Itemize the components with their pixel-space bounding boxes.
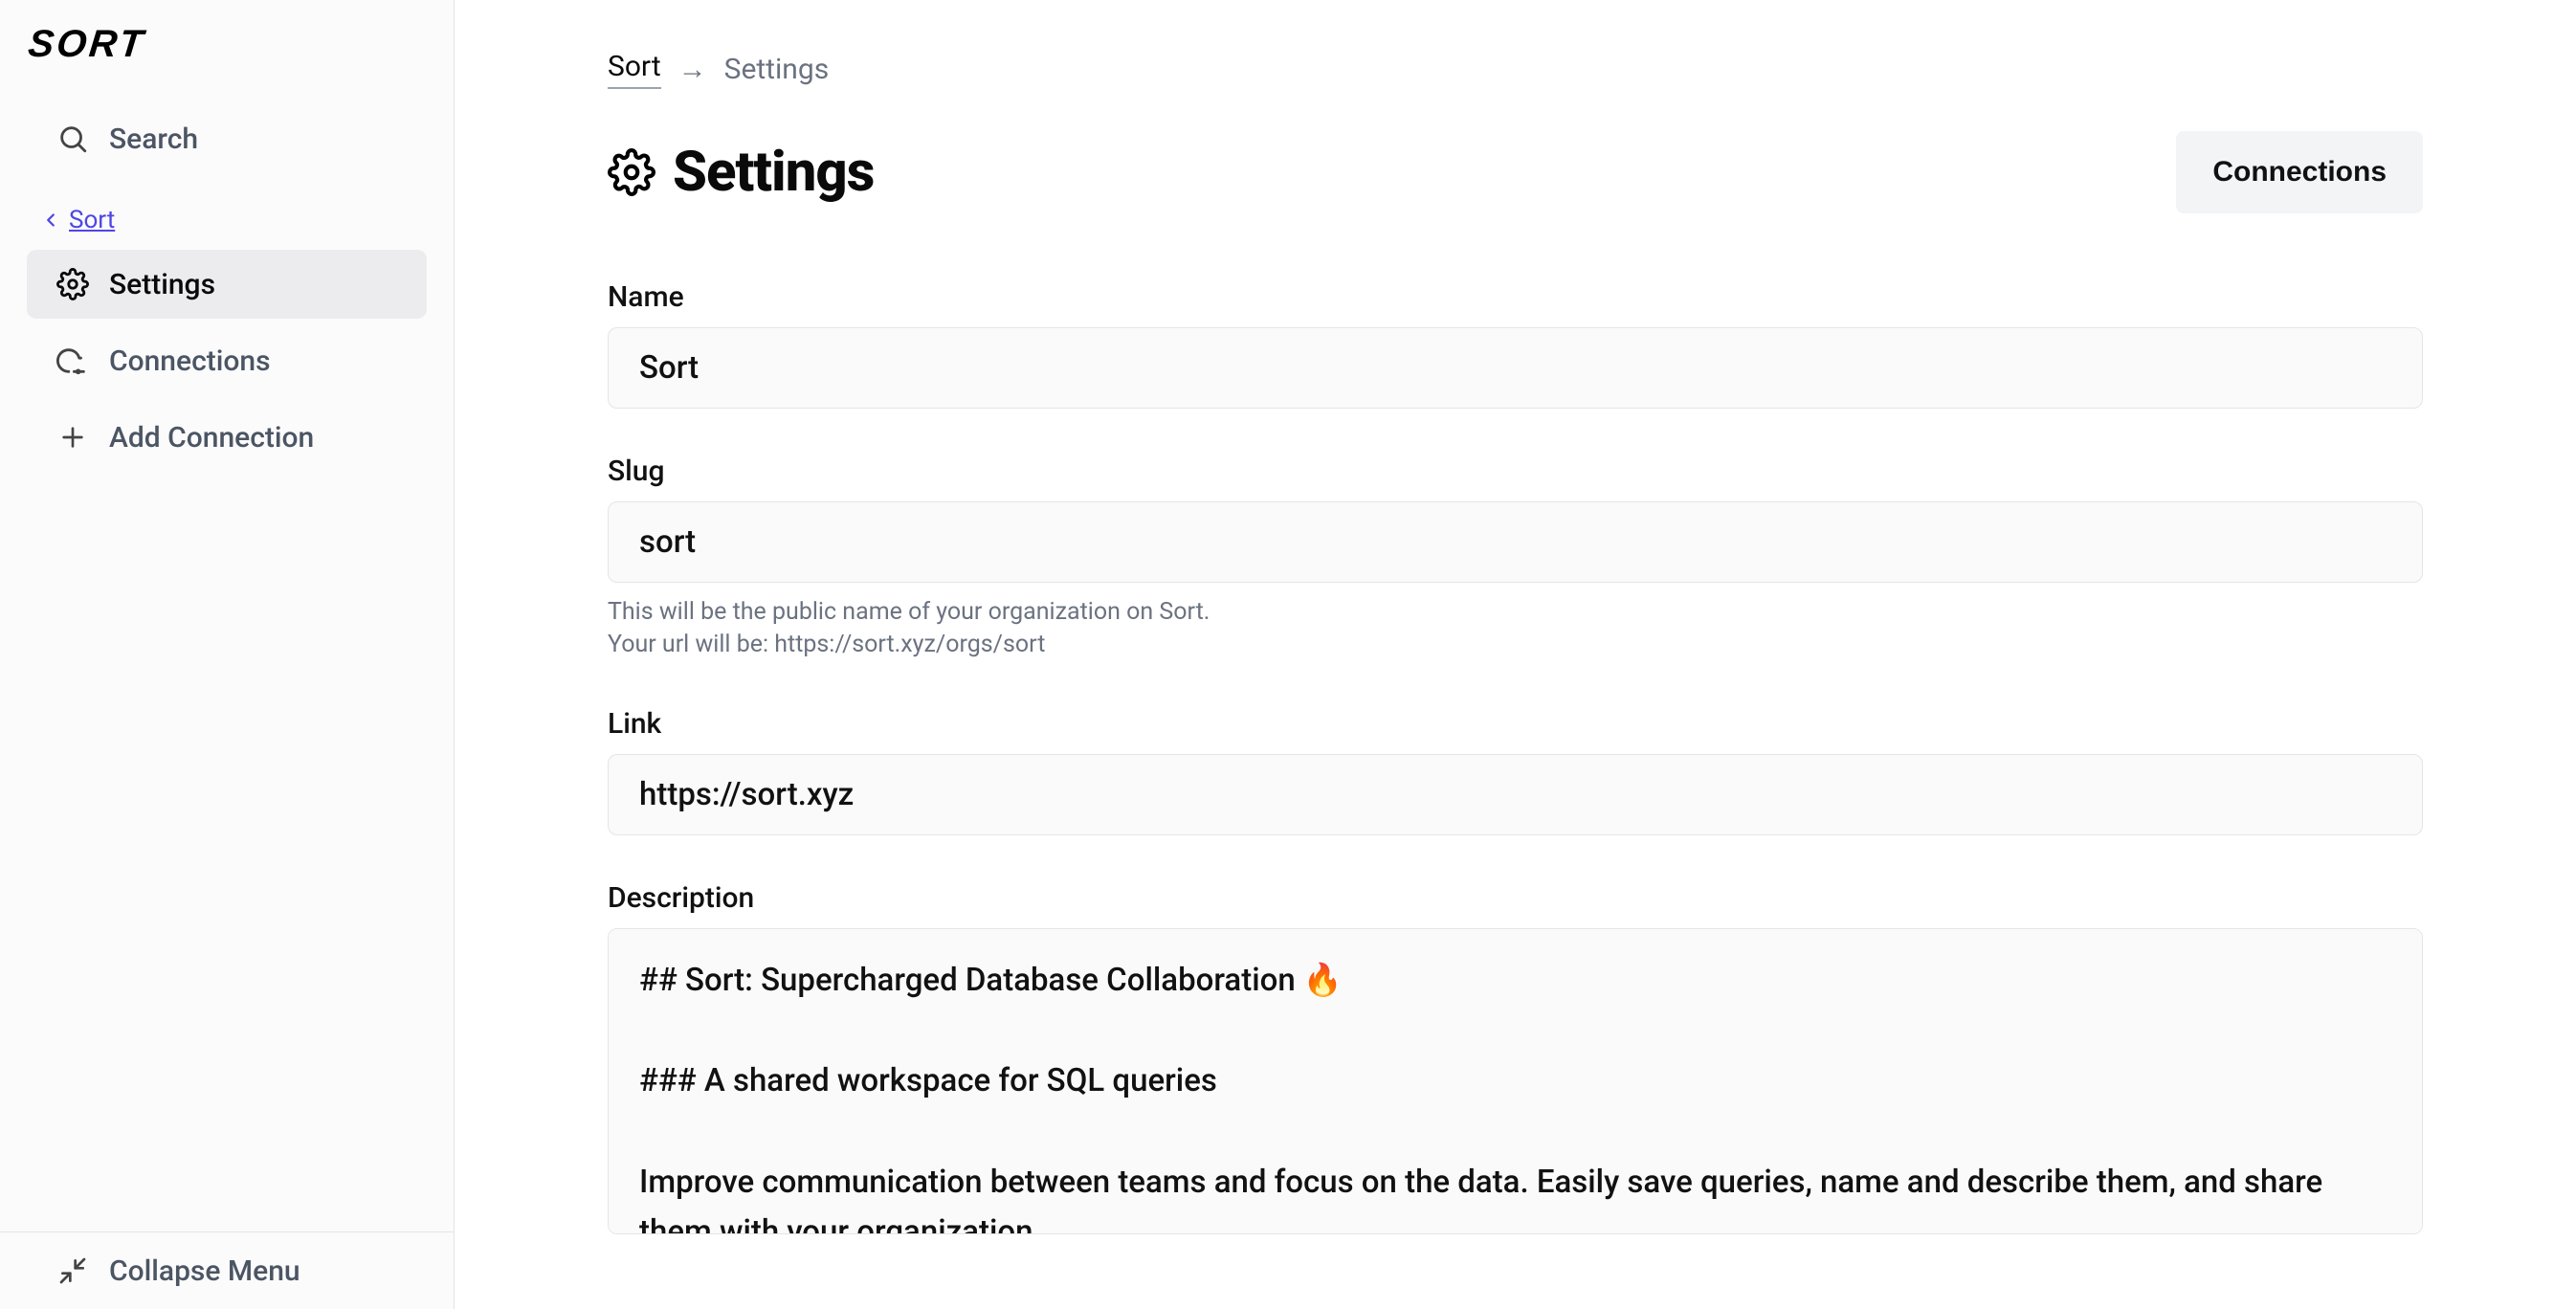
slug-label: Slug <box>608 455 2423 488</box>
breadcrumb: Sort → Settings <box>608 50 2423 89</box>
search-icon <box>56 122 90 156</box>
main-content: Sort → Settings Settings Connections Nam… <box>455 0 2576 1276</box>
name-input[interactable] <box>608 327 2423 409</box>
cloud-icon <box>56 344 90 378</box>
field-description: Description <box>608 881 2423 1238</box>
sidebar-add-connection-label: Add Connection <box>109 421 314 455</box>
collapse-menu[interactable]: Collapse Menu <box>27 1236 427 1305</box>
sidebar-back[interactable]: Sort <box>0 202 454 244</box>
sidebar-item-connections[interactable]: Connections <box>27 326 427 395</box>
breadcrumb-root[interactable]: Sort <box>608 50 661 89</box>
gear-icon <box>608 148 655 196</box>
slug-input[interactable] <box>608 501 2423 583</box>
page-title: Settings <box>673 140 874 205</box>
sidebar: SORT Search Sort Settings Connections Ad… <box>0 0 455 1309</box>
field-name: Name <box>608 280 2423 409</box>
link-input[interactable] <box>608 754 2423 835</box>
slug-hint-line2: Your url will be: https://sort.xyz/orgs/… <box>608 629 2423 661</box>
app-logo: SORT <box>0 23 457 95</box>
sidebar-item-settings[interactable]: Settings <box>27 250 427 319</box>
breadcrumb-current: Settings <box>724 53 830 86</box>
collapse-icon <box>56 1254 90 1288</box>
description-input[interactable] <box>608 928 2423 1234</box>
page-header: Settings Connections <box>608 131 2423 213</box>
arrow-right-icon: → <box>678 53 707 86</box>
collapse-menu-label: Collapse Menu <box>109 1254 300 1288</box>
connections-button[interactable]: Connections <box>2176 131 2423 213</box>
chevron-left-icon <box>40 210 61 231</box>
field-link: Link <box>608 707 2423 835</box>
slug-hint-line1: This will be the public name of your org… <box>608 596 2423 629</box>
search-nav[interactable]: Search <box>27 104 427 173</box>
name-label: Name <box>608 280 2423 314</box>
sidebar-connections-label: Connections <box>109 344 271 378</box>
sidebar-item-add-connection[interactable]: Add Connection <box>27 403 427 472</box>
sidebar-settings-label: Settings <box>109 268 215 301</box>
search-label: Search <box>109 122 198 156</box>
link-label: Link <box>608 707 2423 741</box>
sidebar-back-link[interactable]: Sort <box>69 206 115 234</box>
plus-icon <box>56 420 90 455</box>
field-slug: Slug This will be the public name of you… <box>608 455 2423 661</box>
description-label: Description <box>608 881 2423 915</box>
slug-hint: This will be the public name of your org… <box>608 596 2423 661</box>
gear-icon <box>56 267 90 301</box>
